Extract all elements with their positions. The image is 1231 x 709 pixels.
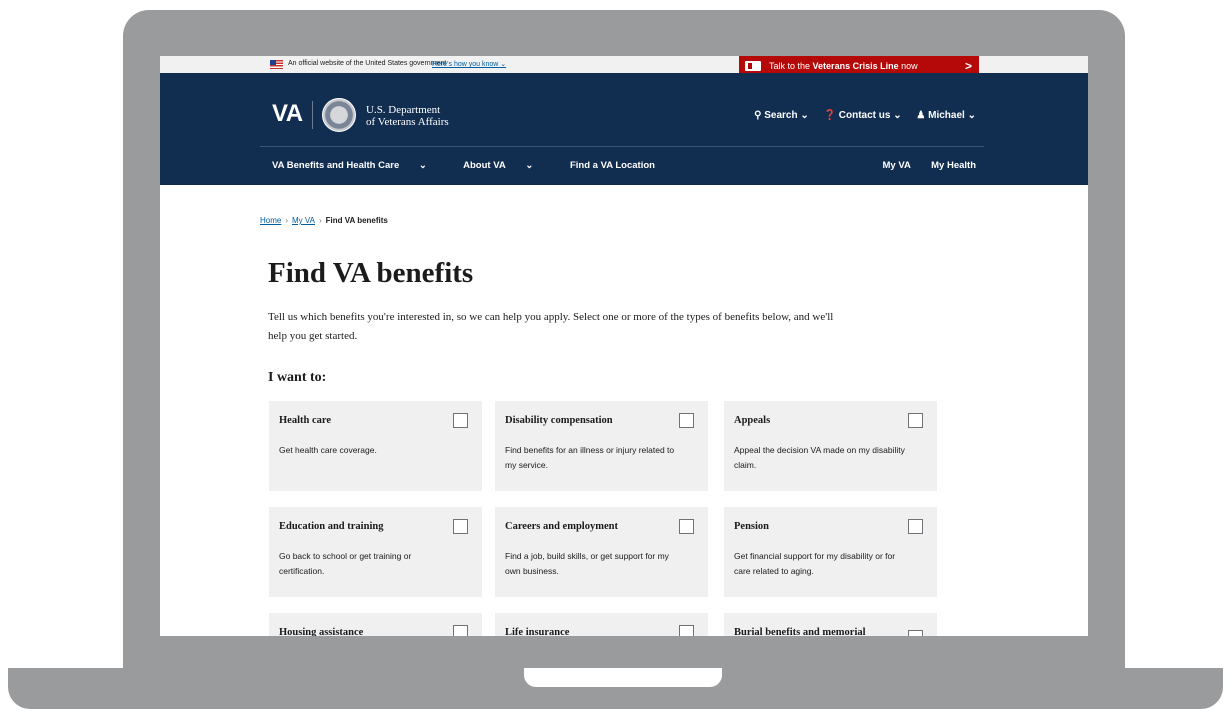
card-description: Appeal the decision VA made on my disabi… (734, 445, 905, 470)
nav-item-my-va[interactable]: My VA (883, 160, 911, 171)
chevron-down-icon: ⌄ (967, 110, 976, 121)
card-title: Life insurance (505, 627, 570, 636)
breadcrumb-current: Find VA benefits (325, 216, 388, 225)
card-title: Housing assistance (279, 627, 364, 636)
laptop-notch (524, 668, 722, 687)
benefit-card-housing[interactable]: Housing assistance (269, 613, 482, 636)
chevron-down-icon: ⌄ (893, 110, 902, 121)
card-title: Disability compensation (505, 415, 613, 426)
chevron-down-icon: ⌄ (525, 160, 534, 171)
header-divider (260, 146, 984, 147)
search-icon: ⚲ (754, 110, 762, 121)
breadcrumb-home[interactable]: Home (260, 216, 281, 225)
va-seal-icon (322, 98, 356, 132)
breadcrumb-separator: › (318, 216, 322, 225)
breadcrumb-separator: › (285, 216, 289, 225)
nav-item-benefits[interactable]: VA Benefits and Health Care ⌄ (272, 160, 444, 171)
card-checkbox[interactable] (453, 625, 468, 636)
nav-item-my-health[interactable]: My Health (931, 160, 976, 171)
card-title: Burial benefits and memorial (734, 627, 866, 636)
chevron-down-icon: ⌄ (500, 61, 507, 68)
logo-divider (312, 101, 313, 129)
va-logo[interactable]: VA (272, 100, 303, 128)
benefit-card-health-care[interactable]: Health care Get health care coverage. (269, 401, 482, 491)
card-checkbox[interactable] (679, 519, 694, 534)
crisis-line-bold: Veterans Crisis Line (812, 61, 899, 71)
department-line1: U.S. Department (366, 104, 441, 116)
breadcrumb: Home › My VA › Find VA benefits (260, 216, 388, 225)
chevron-right-icon: > (965, 59, 973, 73)
card-checkbox[interactable] (679, 625, 694, 636)
laptop-screen: An official website of the United States… (160, 56, 1088, 636)
card-checkbox[interactable] (679, 413, 694, 428)
crisis-line-suffix: now (901, 61, 918, 71)
card-checkbox[interactable] (908, 413, 923, 428)
nav-label: About VA (463, 160, 506, 171)
nav-item-about[interactable]: About VA ⌄ (463, 160, 550, 171)
benefit-card-burial[interactable]: Burial benefits and memorial (724, 613, 937, 636)
card-title: Pension (734, 521, 770, 532)
card-checkbox[interactable] (453, 519, 468, 534)
gov-banner-link-label: Here's how you know (432, 61, 499, 68)
card-description: Get financial support for my disability … (734, 551, 896, 576)
card-checkbox[interactable] (453, 413, 468, 428)
help-icon: ❓ (823, 110, 836, 121)
crisis-line-text: Talk to the Veterans Crisis Line now (769, 61, 918, 71)
search-button[interactable]: ⚲ Search ⌄ (754, 110, 809, 121)
contact-us-button[interactable]: ❓ Contact us ⌄ (824, 110, 902, 121)
benefit-card-pension[interactable]: Pension Get financial support for my dis… (724, 507, 937, 597)
card-description: Find benefits for an illness or injury r… (505, 445, 675, 470)
card-description: Find a job, build skills, or get support… (505, 551, 669, 576)
header-tools: ⚲ Search ⌄ ❓ Contact us ⌄ ♟ Michael ⌄ (742, 110, 976, 121)
chevron-down-icon: ⌄ (800, 110, 809, 121)
user-icon: ♟ (916, 110, 926, 121)
card-checkbox[interactable] (908, 519, 923, 534)
contact-label: Contact us (838, 110, 891, 121)
page-title: Find VA benefits (268, 257, 474, 289)
secondary-nav: My VA My Health (865, 160, 977, 171)
crisis-line-prefix: Talk to the (769, 61, 811, 71)
card-title: Education and training (279, 521, 384, 532)
benefit-card-disability[interactable]: Disability compensation Find benefits fo… (495, 401, 708, 491)
department-name: U.S. Department of Veterans Affairs (366, 104, 449, 128)
card-description: Go back to school or get training or cer… (279, 551, 412, 576)
chevron-down-icon: ⌄ (418, 160, 427, 171)
department-line2: of Veterans Affairs (366, 116, 449, 128)
nav-label: VA Benefits and Health Care (272, 160, 400, 171)
benefit-card-life-insurance[interactable]: Life insurance (495, 613, 708, 636)
card-title: Appeals (734, 415, 771, 426)
benefit-card-appeals[interactable]: Appeals Appeal the decision VA made on m… (724, 401, 937, 491)
benefit-card-careers[interactable]: Careers and employment Find a job, build… (495, 507, 708, 597)
card-checkbox[interactable] (908, 630, 923, 636)
user-menu-button[interactable]: ♟ Michael ⌄ (916, 110, 976, 121)
user-name: Michael (928, 110, 965, 121)
breadcrumb-my-va[interactable]: My VA (292, 216, 315, 225)
nav-item-find-location[interactable]: Find a VA Location (570, 160, 655, 171)
want-heading: I want to: (268, 370, 327, 385)
benefit-card-education[interactable]: Education and training Go back to school… (269, 507, 482, 597)
site-header: VA U.S. Department of Veterans Affairs ⚲… (160, 73, 1088, 185)
card-description: Get health care coverage. (279, 445, 377, 455)
intro-text: Tell us which benefits you're interested… (268, 311, 834, 342)
search-label: Search (764, 110, 798, 121)
card-title: Health care (279, 415, 331, 426)
us-flag-icon (270, 60, 283, 69)
main-nav: VA Benefits and Health Care ⌄ About VA ⌄… (272, 160, 672, 171)
gov-banner-text: An official website of the United States… (288, 60, 447, 67)
crisis-line-icon (745, 61, 761, 71)
card-title: Careers and employment (505, 521, 618, 532)
gov-banner-link[interactable]: Here's how you know ⌄ (432, 60, 506, 68)
